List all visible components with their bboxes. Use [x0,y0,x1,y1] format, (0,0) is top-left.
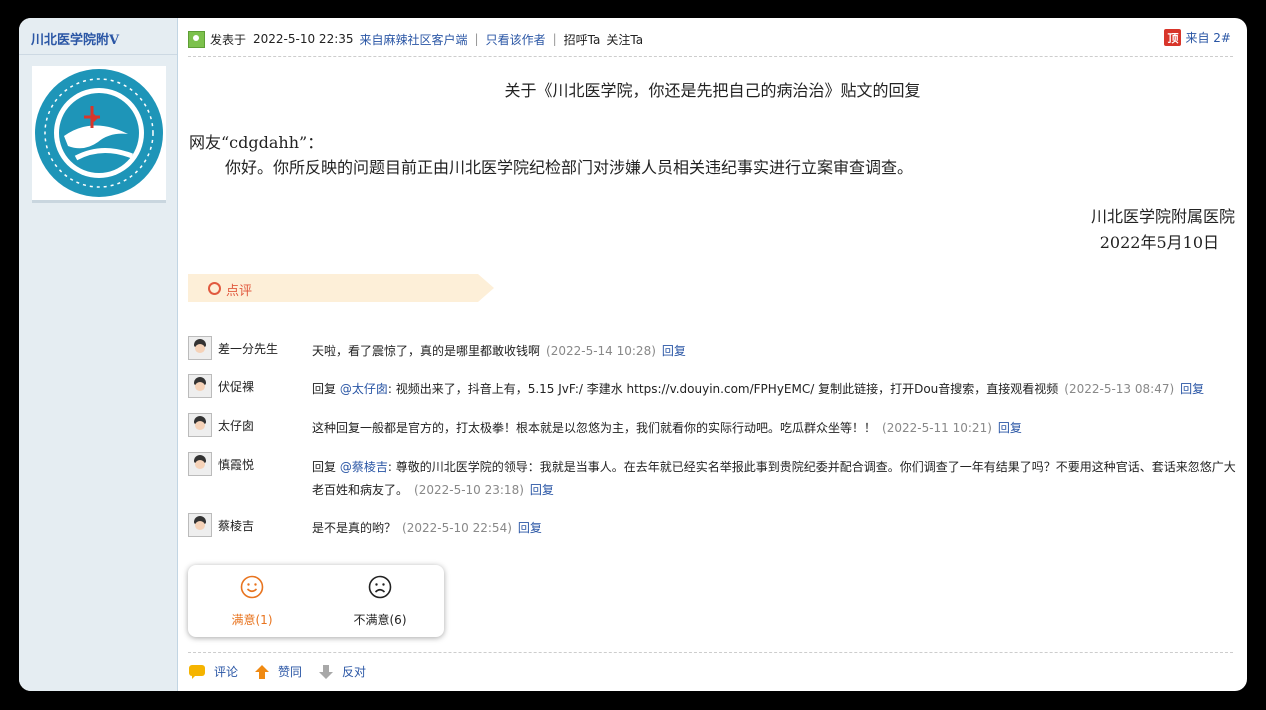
commenter-avatar[interactable] [188,513,212,537]
comment-time: (2022-5-14 10:28) [546,344,656,358]
comment-text: 天啦，看了震惊了，真的是哪里都敢收钱啊 (2022-5-14 10:28) 回复 [312,340,1238,363]
commenter-name[interactable]: 蔡棱吉 [218,517,254,534]
posted-prefix: 发表于 [210,32,247,47]
commenter-avatar[interactable] [188,452,212,476]
comment-prefix: 回复 [312,460,340,474]
comment-prefix: 回复 [312,382,340,396]
comment-reply-link[interactable]: 回复 [530,483,554,497]
floor-number[interactable]: 来自 2# [1185,29,1231,46]
comment-reply-link[interactable]: 回复 [998,421,1022,435]
top-post-icon[interactable]: 顶 [1164,29,1182,46]
review-header: 点评 [188,274,494,302]
commenter-name[interactable]: 伏促裸 [218,378,254,395]
comment-text: 回复 @蔡棱吉: 尊敬的川北医学院的领导：我就是当事人。在去年就已经实名举报此事… [312,456,1238,502]
online-status-icon [188,30,205,48]
commenter-name[interactable]: 太仔囱 [218,417,254,434]
source-link[interactable]: 来自麻辣社区客户端 [360,31,468,48]
frown-face-icon [368,575,392,599]
comment-body: : 视频出来了，抖音上有，5.15 JvF:/ 李建水 https://v.do… [387,382,1059,396]
thumb-down-arrow-icon [319,664,334,679]
satisfied-button[interactable]: 满意(1) [188,575,316,628]
reply-body: 你好。你所反映的问题目前正由川北医学院纪检部门对涉嫌人员相关违纪事实进行立案审查… [225,158,914,177]
review-label: 点评 [226,284,253,299]
comment-body: 是不是真的哟？ [312,521,397,535]
comment-label: 评论 [214,665,239,679]
comment-reply-link[interactable]: 回复 [518,521,542,535]
commenter-avatar[interactable] [188,336,212,360]
thumb-up-arrow-icon [255,664,270,679]
comment-reply-link[interactable]: 回复 [1180,382,1204,396]
author-avatar[interactable] [32,66,166,203]
comment-body: 这种回复一般都是官方的，打太极拳！根本就是以忽悠为主，我们就看你的实际行动吧。吃… [312,421,877,435]
header-divider [188,56,1233,57]
agree-button[interactable]: 赞同 [254,663,302,680]
satisfied-label: 满意(1) [231,613,273,627]
comment-time: (2022-5-11 10:21) [882,421,992,435]
comment-time: (2022-5-13 08:47) [1064,382,1175,396]
greet-link[interactable]: 招呼Ta [564,31,601,48]
oppose-button[interactable]: 反对 [318,663,366,680]
comment-text: 这种回复一般都是官方的，打太极拳！根本就是以忽悠为主，我们就看你的实际行动吧。吃… [312,417,1238,440]
post-actions: 评论 赞同 反对 [188,663,382,680]
rating-panel: 满意(1) 不满意(6) [188,565,444,637]
post-main: 发表于 2022-5-10 22:35 来自麻辣社区客户端 | 只看该作者 | … [178,18,1247,691]
posted-time: 2022-5-10 22:35 [253,32,354,46]
comment-text: 回复 @太仔囱: 视频出来了，抖音上有，5.15 JvF:/ 李建水 https… [312,378,1238,401]
greeting: 网友“cdgdahh”： [189,133,324,152]
author-sidebar: 川北医学院附V [19,18,178,691]
comment-bubble-icon [189,664,205,679]
oppose-label: 反对 [342,665,367,679]
author-name: 川北医学院附 [31,33,110,48]
floor-indicator: 顶 来自 2# [1164,29,1231,46]
sidebar-divider [19,54,177,55]
smile-face-icon [240,575,264,599]
comment-time: (2022-5-10 22:54) [402,521,512,535]
commenter-name[interactable]: 差一分先生 [218,340,278,357]
separator: | [474,32,479,46]
agree-label: 赞同 [278,665,303,679]
review-circle-icon [208,282,221,295]
verified-badge: V [109,33,120,48]
commenter-avatar[interactable] [188,374,212,398]
comment-button[interactable]: 评论 [188,663,238,680]
comment-mention[interactable]: @太仔囱 [340,382,388,396]
dissatisfied-button[interactable]: 不满意(6) [316,575,444,628]
dissatisfied-label: 不满意(6) [353,613,407,627]
signature-org: 川北医学院附属医院 [1090,207,1235,226]
follow-link[interactable]: 关注Ta [606,31,643,48]
comment-text: 是不是真的哟？ (2022-5-10 22:54) 回复 [312,517,1238,540]
comment-time: (2022-5-10 23:18) [414,483,524,497]
hospital-logo-icon [35,69,163,197]
separator: | [552,32,557,46]
only-author-link[interactable]: 只看该作者 [486,31,546,48]
comment-reply-link[interactable]: 回复 [662,344,686,358]
post-meta-bar: 发表于 2022-5-10 22:35 来自麻辣社区客户端 | 只看该作者 | … [188,30,643,48]
commenter-name[interactable]: 慎霞悦 [218,456,254,473]
signature-date: 2022年5月10日 [1099,233,1219,252]
author-name-link[interactable]: 川北医学院附V [31,29,119,48]
commenter-avatar[interactable] [188,413,212,437]
forum-post-window: 川北医学院附V 发表于 2022-5-10 22:35 来自麻辣社区客户端 | … [19,18,1247,691]
comment-mention[interactable]: @蔡棱吉 [340,460,388,474]
footer-divider [188,652,1233,653]
post-title: 关于《川北医学院，你还是先把自己的病治治》贴文的回复 [504,81,921,100]
comment-body: 天啦，看了震惊了，真的是哪里都敢收钱啊 [312,344,541,358]
